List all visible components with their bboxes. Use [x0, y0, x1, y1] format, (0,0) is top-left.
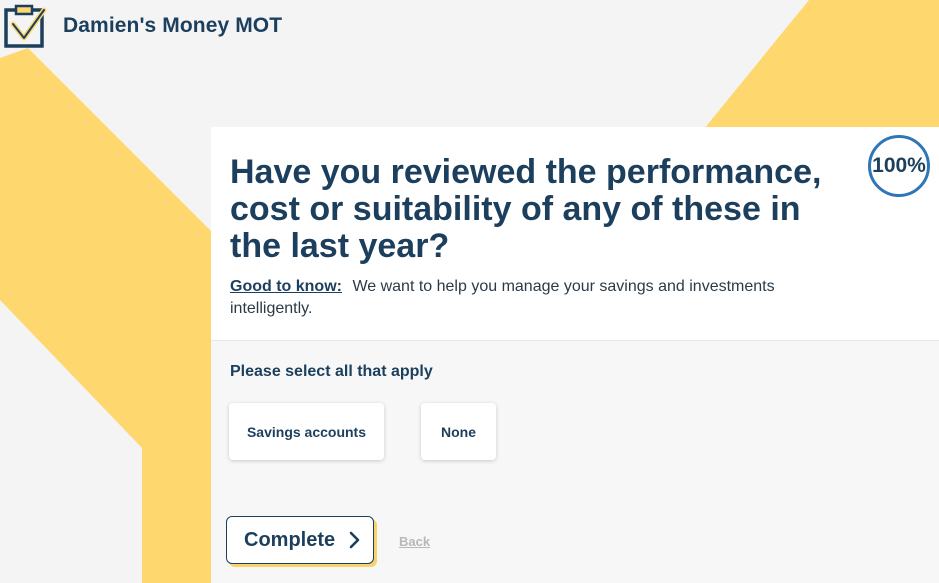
- question-card: Have you reviewed the performance, cost …: [211, 127, 939, 583]
- option-label: Savings accounts: [246, 423, 367, 440]
- good-to-know-label: Good to know:: [230, 278, 342, 295]
- clipboard-check-icon: [4, 4, 47, 48]
- chevron-right-icon: [349, 531, 360, 549]
- decorative-shape-right: [699, 0, 939, 135]
- page: Damien's Money MOT Have you reviewed the…: [0, 0, 939, 583]
- back-link[interactable]: Back: [399, 534, 430, 549]
- question-title: Have you reviewed the performance, cost …: [230, 153, 822, 265]
- option-label: None: [441, 423, 476, 440]
- option-none[interactable]: None: [421, 403, 496, 460]
- decorative-shape-left: [0, 48, 220, 583]
- brand-title: Damien's Money MOT: [63, 14, 283, 37]
- progress-indicator: 100%: [868, 135, 930, 197]
- complete-button[interactable]: Complete: [226, 516, 374, 564]
- option-savings-accounts[interactable]: Savings accounts: [229, 403, 384, 460]
- select-hint: Please select all that apply: [230, 363, 433, 380]
- complete-button-label: Complete: [244, 528, 336, 551]
- question-header: Have you reviewed the performance, cost …: [211, 127, 939, 341]
- good-to-know-note: Good to know: We want to help you manage…: [230, 276, 850, 320]
